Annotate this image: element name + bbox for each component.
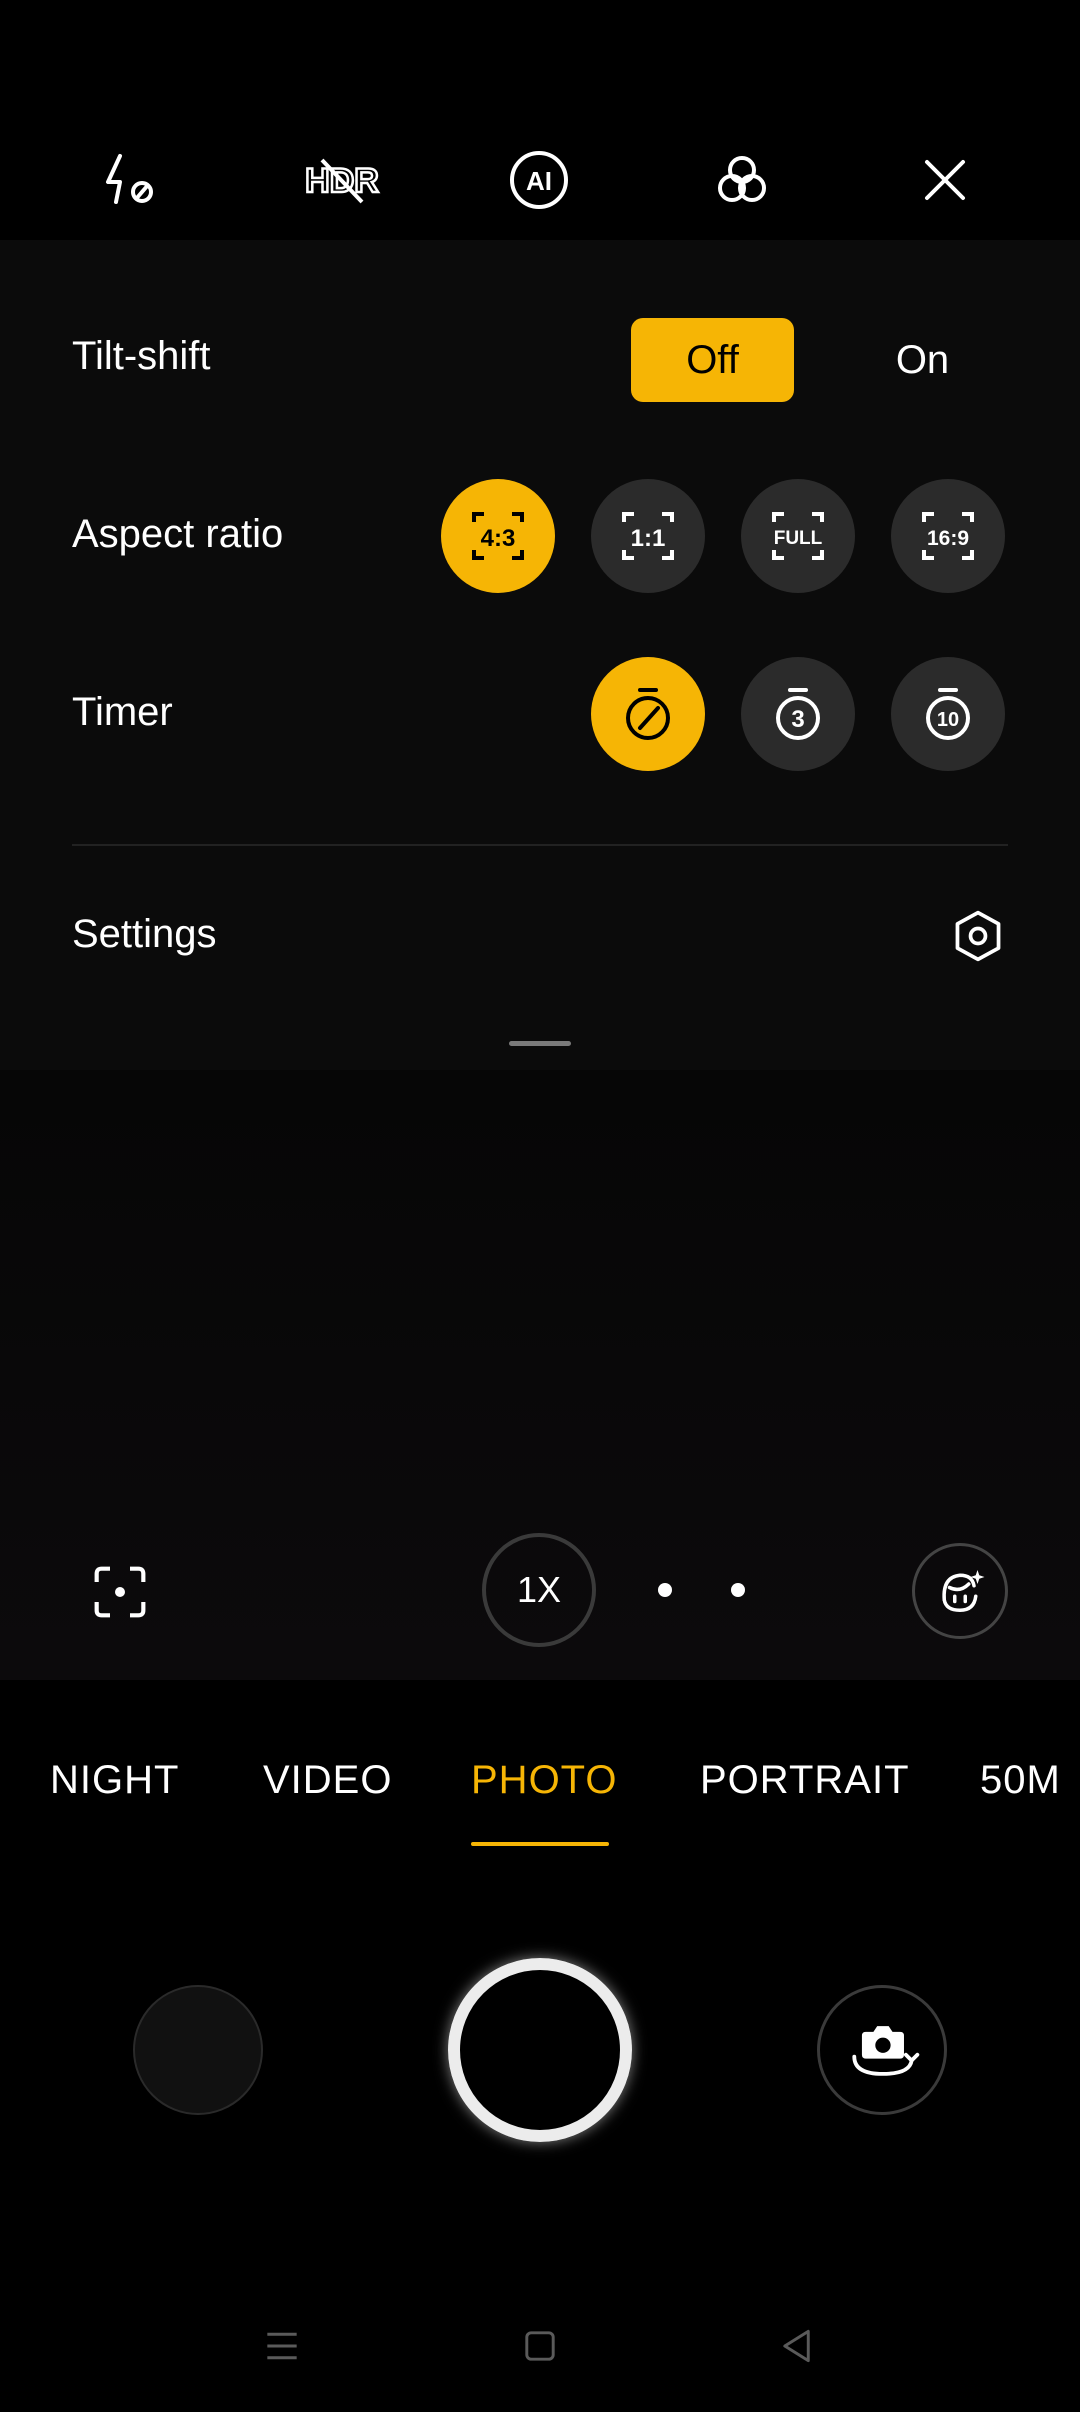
timer-10s-icon: 10 <box>926 688 970 740</box>
switch-camera-button[interactable] <box>817 1985 947 2115</box>
ai-icon: AI <box>510 151 568 209</box>
aspect-4-3-icon: 4:3 <box>472 512 524 560</box>
aspect-1-1-icon: 1:1 <box>622 512 674 560</box>
nav-back-button[interactable] <box>768 2316 828 2376</box>
aspect-16-9-icon: 16:9 <box>922 512 974 560</box>
settings-label[interactable]: Settings <box>72 912 217 957</box>
hdr-button[interactable]: HDR <box>292 140 392 220</box>
timer-off-button[interactable] <box>591 657 705 771</box>
mode-photo[interactable]: PHOTO <box>471 1758 618 1803</box>
mode-50m[interactable]: 50M <box>980 1758 1060 1803</box>
active-mode-indicator <box>471 1842 609 1846</box>
settings-button[interactable] <box>948 906 1008 966</box>
zoom-dot[interactable] <box>658 1583 672 1597</box>
svg-text:3: 3 <box>791 706 804 733</box>
top-toolbar: HDR AI <box>0 0 1080 240</box>
flash-off-icon <box>106 154 153 204</box>
gallery-thumbnail[interactable] <box>133 1985 263 2115</box>
svg-text:4:3: 4:3 <box>481 525 516 552</box>
menu-lines-icon <box>267 2332 297 2360</box>
aspect-1-1-button[interactable]: 1:1 <box>591 479 705 593</box>
panel-divider <box>72 844 1008 846</box>
zoom-button[interactable]: 1X <box>482 1533 596 1647</box>
svg-text:AI: AI <box>526 166 552 196</box>
aspect-ratio-label: Aspect ratio <box>72 512 284 556</box>
svg-text:10: 10 <box>937 709 959 731</box>
face-beauty-icon <box>942 1570 985 1613</box>
panel-drag-handle[interactable] <box>509 1041 571 1046</box>
timer-10s-button[interactable]: 10 <box>891 657 1005 771</box>
nav-recents-button[interactable] <box>252 2316 312 2376</box>
scan-button[interactable] <box>84 1556 156 1628</box>
hdr-off-icon: HDR <box>304 158 380 204</box>
nav-home-button[interactable] <box>510 2316 570 2376</box>
mode-night[interactable]: NIGHT <box>50 1758 179 1803</box>
close-icon <box>925 160 965 200</box>
aspect-full-icon: FULL <box>772 512 824 560</box>
timer-off-icon <box>626 688 670 740</box>
tilt-shift-label: Tilt-shift <box>72 334 211 378</box>
filter-button[interactable] <box>702 140 782 220</box>
timer-label: Timer <box>72 690 173 734</box>
beauty-button[interactable] <box>912 1543 1008 1639</box>
mode-video[interactable]: VIDEO <box>263 1758 392 1803</box>
aspect-4-3-button[interactable]: 4:3 <box>441 479 555 593</box>
svg-text:1:1: 1:1 <box>631 525 666 552</box>
scan-icon <box>94 1566 146 1618</box>
svg-text:FULL: FULL <box>774 528 823 549</box>
triangle-back-icon <box>783 2329 810 2363</box>
aspect-16-9-button[interactable]: 16:9 <box>891 479 1005 593</box>
gear-icon <box>955 910 1001 962</box>
shutter-button[interactable] <box>448 1958 632 2142</box>
flash-off-button[interactable] <box>90 140 170 220</box>
timer-3s-button[interactable]: 3 <box>741 657 855 771</box>
square-home-icon <box>525 2331 555 2361</box>
camera-switch-icon <box>852 2026 920 2076</box>
tilt-shift-on-button[interactable]: On <box>850 318 995 402</box>
ai-button[interactable]: AI <box>499 140 579 220</box>
tilt-shift-off-button[interactable]: Off <box>631 318 794 402</box>
timer-3s-icon: 3 <box>776 688 820 740</box>
aspect-full-button[interactable]: FULL <box>741 479 855 593</box>
mode-portrait[interactable]: PORTRAIT <box>700 1758 910 1803</box>
close-button[interactable] <box>905 140 985 220</box>
svg-text:16:9: 16:9 <box>927 527 969 550</box>
zoom-dot[interactable] <box>731 1583 745 1597</box>
filter-icon <box>718 156 766 202</box>
